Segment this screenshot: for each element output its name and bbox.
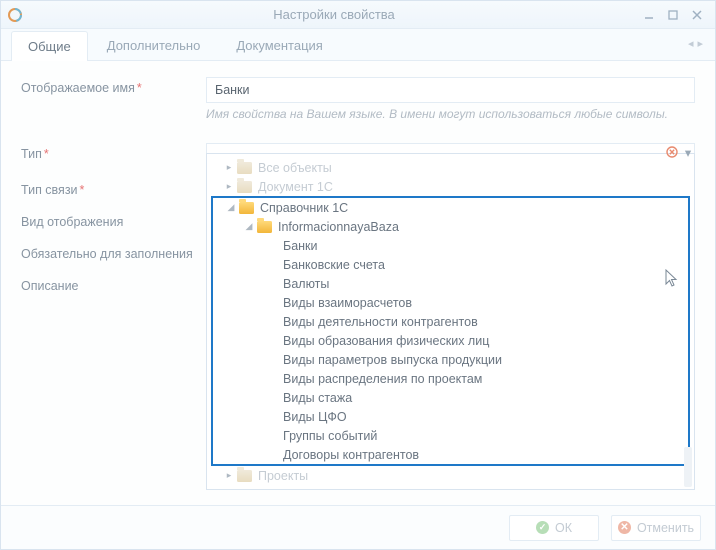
- tree-leaf-item[interactable]: Группы событий: [213, 426, 688, 445]
- tree-leaf-item[interactable]: Виды распределения по проектам: [213, 369, 688, 388]
- tree-leaf-item[interactable]: Виды параметров выпуска продукции: [213, 350, 688, 369]
- maximize-button[interactable]: [661, 6, 685, 24]
- window-title: Настройки свойства: [31, 7, 637, 22]
- tree-row-partial[interactable]: ▸Все объекты: [207, 158, 694, 177]
- tree-leaf-item[interactable]: Виды ЦФО: [213, 407, 688, 426]
- minimize-button[interactable]: [637, 6, 661, 24]
- label-view-mode: Вид отображения: [21, 211, 206, 229]
- tab-scroll-left[interactable]: ◂: [688, 37, 694, 50]
- tree-leaf-item[interactable]: Банки: [213, 236, 688, 255]
- check-icon: ✓: [536, 521, 549, 534]
- cursor-icon: [665, 269, 681, 292]
- cancel-button[interactable]: ✕ Отменить: [611, 515, 701, 541]
- tree-leaf-item[interactable]: Виды стажа: [213, 388, 688, 407]
- label-link-type: Тип связи*: [21, 179, 206, 197]
- close-button[interactable]: [685, 6, 709, 24]
- display-name-hint: Имя свойства на Вашем языке. В имени мог…: [206, 107, 695, 121]
- type-dropdown-icon[interactable]: ▾: [683, 145, 693, 159]
- ok-button[interactable]: ✓ ОК: [509, 515, 599, 541]
- tree-leaf-item[interactable]: Виды деятельности контрагентов: [213, 312, 688, 331]
- label-display-name: Отображаемое имя*: [21, 77, 206, 95]
- label-type: Тип*: [21, 143, 206, 161]
- tree-leaf-item[interactable]: Валюты: [213, 274, 688, 293]
- tree-row[interactable]: ▸Проекты: [207, 466, 694, 485]
- tree-row-spravochnik[interactable]: ◢Справочник 1С: [213, 198, 688, 217]
- tab-docs[interactable]: Документация: [219, 30, 340, 60]
- titlebar: Настройки свойства: [1, 1, 715, 29]
- folder-icon: [237, 181, 252, 193]
- type-clear-icon[interactable]: [665, 145, 679, 159]
- cancel-icon: ✕: [618, 521, 631, 534]
- form-body: Отображаемое имя* Имя свойства на Вашем …: [1, 61, 715, 505]
- folder-icon: [257, 221, 272, 233]
- tab-scroll-right[interactable]: ▸: [697, 37, 703, 50]
- display-name-input[interactable]: [206, 77, 695, 103]
- tree-leaf-item[interactable]: Договоры контрагентов: [213, 445, 688, 464]
- tabbar: Общие Дополнительно Документация ◂ ▸: [1, 29, 715, 61]
- dialog-footer: ✓ ОК ✕ Отменить: [1, 505, 715, 549]
- dropdown-scrollbar[interactable]: [684, 447, 692, 487]
- tree-selection-highlight: ◢Справочник 1С ◢InformacionnayaBaza Банк…: [211, 196, 690, 466]
- folder-icon: [237, 470, 252, 482]
- tab-advanced[interactable]: Дополнительно: [90, 30, 218, 60]
- tree-leaf-item[interactable]: Банковские счета: [213, 255, 688, 274]
- label-description: Описание: [21, 275, 206, 293]
- app-logo: [7, 7, 23, 23]
- tab-general[interactable]: Общие: [11, 31, 88, 61]
- tree-row[interactable]: ▸Документ 1С: [207, 177, 694, 196]
- property-settings-window: Настройки свойства Общие Дополнительно Д…: [0, 0, 716, 550]
- folder-icon: [239, 202, 254, 214]
- folder-icon: [237, 162, 252, 174]
- type-dropdown: ▸Все объекты ▸Документ 1С ◢Справочник 1С…: [206, 153, 695, 490]
- tree-leaf-item[interactable]: Виды взаиморасчетов: [213, 293, 688, 312]
- tree-leaf-item[interactable]: Виды образования физических лиц: [213, 331, 688, 350]
- label-required: Обязательно для заполнения: [21, 243, 206, 261]
- tree-row-infbaza[interactable]: ◢InformacionnayaBaza: [213, 217, 688, 236]
